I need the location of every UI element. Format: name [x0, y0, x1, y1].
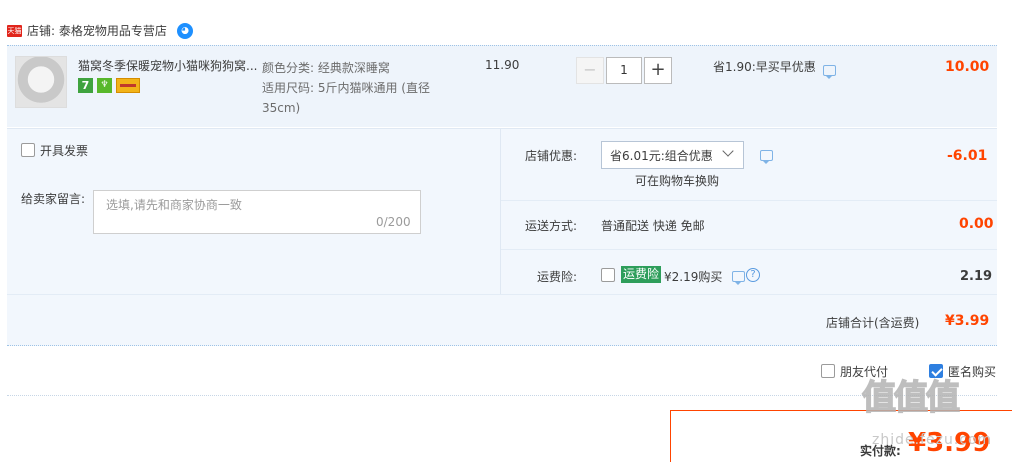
insurance-amount: 2.19 — [960, 269, 993, 284]
sku-line: 适用尺码: 5斤内猫咪通用 (直径 — [262, 81, 430, 95]
row-divider — [501, 249, 997, 250]
shop-total-label: 店铺合计(含运费) — [826, 316, 920, 330]
seven-day-return-icon: 7 — [78, 78, 93, 93]
shop-discount-amount: -6.01 — [947, 148, 988, 164]
shipping-amount: 0.00 — [959, 216, 994, 232]
sku-line: 颜色分类: 经典款深睡窝 — [262, 61, 390, 75]
watermark-logo: 值值值 — [861, 377, 961, 419]
unit-price: 11.90 — [485, 58, 520, 72]
shop-total-value: ¥3.99 — [945, 313, 990, 329]
item-subtotal: 10.00 — [945, 59, 990, 75]
help-icon[interactable]: ? — [746, 268, 760, 282]
shipping-label: 运送方式: — [525, 219, 578, 233]
insurance-badge: 运费险 — [621, 266, 662, 283]
product-title-link[interactable]: 猫窝冬季保暖宠物小猫咪狗狗窝... — [78, 58, 257, 75]
insurance-checkbox[interactable] — [601, 268, 615, 282]
shop-discount-selected[interactable]: 省6.01元:组合优惠 — [610, 147, 713, 164]
discount-info-icon[interactable] — [760, 150, 773, 164]
message-placeholder: 选填,请先和商家协商一致 — [106, 198, 242, 212]
insurance-label: 运费险: — [537, 270, 578, 284]
sku-info: 颜色分类: 经典款深睡窝 适用尺码: 5斤内猫咪通用 (直径 35cm) — [262, 58, 452, 118]
credit-card-icon — [116, 78, 140, 93]
invoice-label[interactable]: 开具发票 — [40, 142, 88, 159]
row-divider — [7, 294, 997, 295]
wangwang-chat-icon[interactable]: ◕ — [177, 23, 193, 39]
sku-line: 35cm) — [262, 101, 301, 115]
quantity-increase-button[interactable]: + — [644, 57, 672, 84]
column-divider — [500, 128, 501, 294]
shop-name-link[interactable]: 店铺: 泰格宠物用品专营店 — [27, 23, 167, 40]
anonymous-purchase-checkbox[interactable] — [929, 364, 943, 378]
invoice-checkbox[interactable] — [21, 143, 35, 157]
row-divider — [501, 200, 997, 201]
quantity-input[interactable]: 1 — [606, 57, 642, 84]
shop-discount-note: 可在购物车换购 — [635, 174, 720, 188]
section-divider — [7, 395, 997, 396]
watermark-url: zhide.fezu.com — [872, 432, 993, 448]
shipping-method: 普通配送 快递 免邮 — [601, 219, 705, 233]
message-char-count: 0/200 — [376, 215, 411, 229]
item-promotion: 省1.90:早买早优惠 — [713, 60, 816, 74]
message-label: 给卖家留言: — [21, 192, 86, 206]
insurance-price: ¥2.19购买 — [664, 270, 723, 284]
quantity-decrease-button[interactable]: − — [576, 57, 604, 84]
insurance-badge-icon: ♆ — [97, 78, 112, 93]
shop-discount-label: 店铺优惠: — [525, 149, 578, 163]
tmall-badge-icon: 天猫 — [7, 25, 22, 37]
friend-pay-checkbox[interactable] — [821, 364, 835, 378]
product-thumbnail[interactable] — [15, 56, 67, 108]
promo-info-icon[interactable] — [823, 65, 836, 79]
insurance-info-icon[interactable] — [732, 271, 745, 285]
